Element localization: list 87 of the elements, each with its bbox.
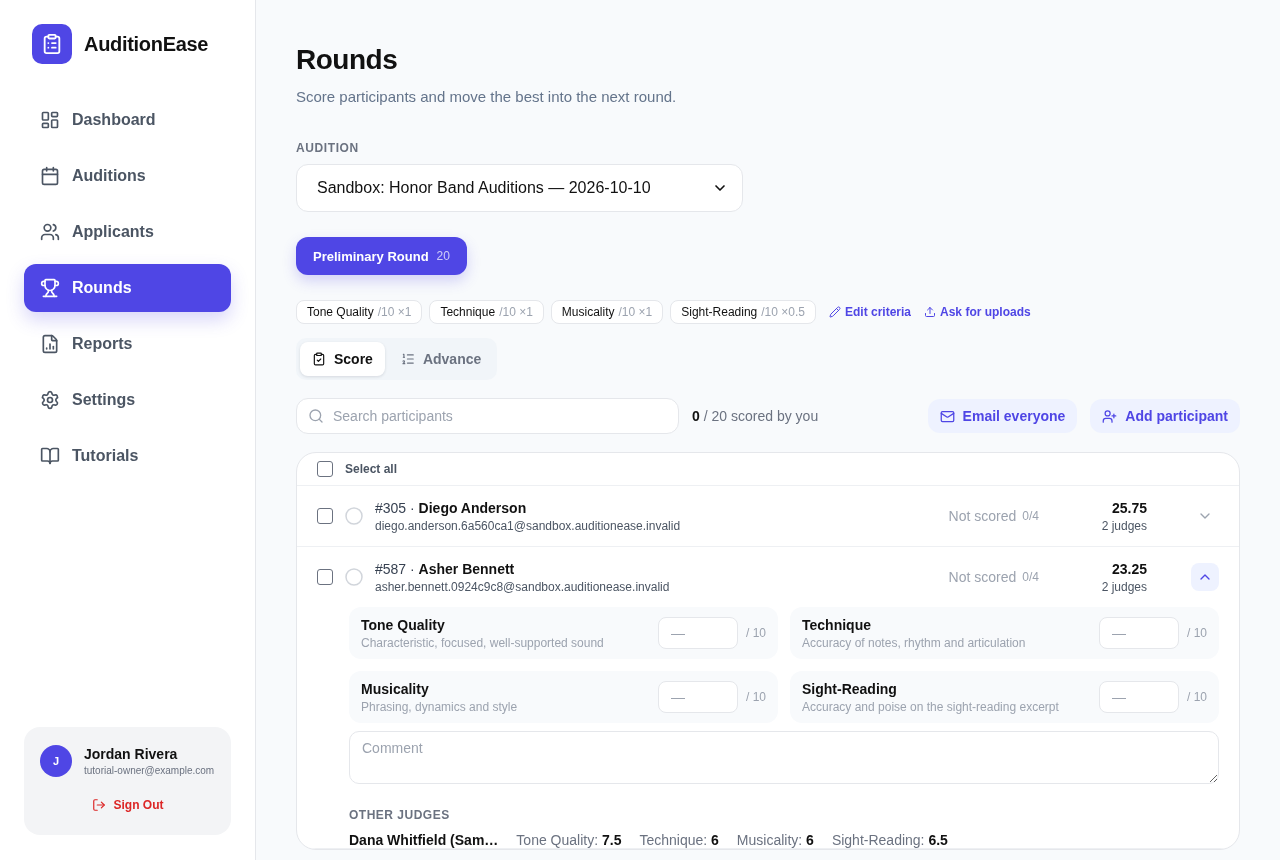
checkbox[interactable]	[317, 461, 333, 477]
judge-count: 2 judges	[1101, 579, 1147, 594]
user-avatar: J	[40, 745, 72, 777]
sign-out-button[interactable]: Sign Out	[85, 793, 170, 817]
nav-item[interactable]: Dashboard	[24, 96, 231, 144]
score-input[interactable]: —	[658, 617, 738, 649]
judge-name: Dana Whitfield (Sam…	[349, 832, 499, 848]
criterion-description: Accuracy of notes, rhythm and articulation	[802, 635, 1027, 650]
comment-field[interactable]: Comment	[349, 731, 1219, 784]
criteria-link[interactable]: Ask for uploads	[924, 305, 1031, 319]
score-max: / 10	[746, 626, 766, 640]
criteria-link[interactable]: Edit criteria	[829, 305, 912, 319]
nav-item[interactable]: Reports	[24, 320, 231, 368]
criterion-name: Technique	[802, 616, 872, 633]
judge-score: Sight-Reading: 6.5	[831, 832, 948, 848]
checkbox[interactable]	[317, 508, 333, 524]
criterion-name: Tone Quality	[361, 616, 446, 633]
score-input[interactable]: —	[658, 681, 738, 713]
calendar-icon	[40, 166, 60, 186]
ring-icon	[345, 507, 363, 525]
numbered-list-icon	[400, 352, 415, 366]
criterion-name: Musicality	[361, 680, 430, 697]
status-count: 0/4	[1022, 509, 1039, 523]
expand-toggle[interactable]	[1191, 563, 1219, 591]
criterion-description: Characteristic, focused, well-supported sound	[361, 635, 605, 650]
status-label: Not scored	[948, 569, 1017, 585]
search-icon	[308, 408, 324, 424]
brand-name: AuditionEase	[84, 32, 209, 56]
score-max: / 10	[1187, 690, 1207, 704]
clipboard-icon	[32, 24, 72, 64]
user-name: Jordan Rivera	[84, 746, 179, 762]
checkbox[interactable]	[317, 569, 333, 585]
judge-score: Musicality: 6	[736, 832, 814, 848]
total-score: 25.75	[1111, 499, 1147, 516]
tab[interactable]: Score	[300, 342, 385, 376]
ring-icon	[345, 568, 363, 586]
score-input[interactable]: —	[1099, 681, 1179, 713]
total-score: 23.25	[1111, 560, 1147, 577]
criterion-description: Phrasing, dynamics and style	[361, 699, 519, 714]
participant-email: diego.anderson.6a560ca1@sandbox.auditionease.invalid	[375, 518, 682, 533]
judge-score: Technique: 6	[639, 832, 719, 848]
participant-name: #305 · Diego Anderson	[375, 499, 528, 516]
judge-count: 2 judges	[1101, 518, 1147, 533]
people-icon	[40, 222, 60, 242]
field-label: AUDITION	[296, 140, 359, 156]
criterion-chip: Sight-Reading /10 ×0.5	[670, 300, 816, 324]
round-button[interactable]: Preliminary Round 20	[296, 237, 467, 275]
judge-score: Tone Quality: 7.5	[516, 832, 622, 848]
status-label: Not scored	[948, 508, 1017, 524]
nav-item[interactable]: Tutorials	[24, 432, 231, 480]
page-title: Rounds	[296, 43, 398, 77]
scored-count: 0	[692, 408, 700, 424]
pencil-icon	[829, 306, 841, 318]
person-plus-icon	[1102, 408, 1118, 424]
envelope-icon	[939, 408, 955, 424]
score-input[interactable]: —	[1099, 617, 1179, 649]
layout-grid-icon	[40, 110, 60, 130]
file-chart-icon	[40, 334, 60, 354]
action-button[interactable]: Add participant	[1090, 399, 1240, 433]
score-max: / 10	[746, 690, 766, 704]
page-subtitle: Score participants and move the best into the next round.	[296, 87, 677, 107]
search-field[interactable]: Search participants	[296, 398, 679, 434]
section-heading: OTHER JUDGES	[349, 807, 451, 823]
tab[interactable]: Advance	[388, 342, 494, 376]
nav-item[interactable]: Rounds	[24, 264, 231, 312]
status-count: 0/4	[1022, 570, 1039, 584]
select-all-label: Select all	[345, 462, 398, 476]
user-email: tutorial-owner@example.com	[84, 765, 215, 776]
nav-item[interactable]: Auditions	[24, 152, 231, 200]
nav-item[interactable]: Settings	[24, 376, 231, 424]
participant-email: asher.bennett.0924c9c8@sandbox.auditionease.invalid	[375, 579, 671, 594]
audition-select[interactable]: Sandbox: Honor Band Auditions — 2026-10-10	[296, 164, 743, 212]
trophy-icon	[40, 278, 60, 298]
criterion-name: Sight-Reading	[802, 680, 898, 697]
criterion-chip: Musicality /10 ×1	[550, 300, 664, 324]
criterion-chip: Technique /10 ×1	[429, 300, 544, 324]
scored-label: / 20 scored by you	[703, 408, 819, 424]
criterion-description: Accuracy and poise on the sight-reading excerpt	[802, 699, 1060, 714]
settings-icon	[40, 390, 60, 410]
action-button[interactable]: Email everyone	[927, 399, 1078, 433]
book-icon	[40, 446, 60, 466]
participant-name: #587 · Asher Bennett	[375, 560, 516, 577]
clipboard-check-icon	[312, 352, 326, 366]
score-max: / 10	[1187, 626, 1207, 640]
nav-item[interactable]: Applicants	[24, 208, 231, 256]
upload-icon	[924, 306, 937, 318]
criterion-chip: Tone Quality /10 ×1	[296, 300, 423, 324]
